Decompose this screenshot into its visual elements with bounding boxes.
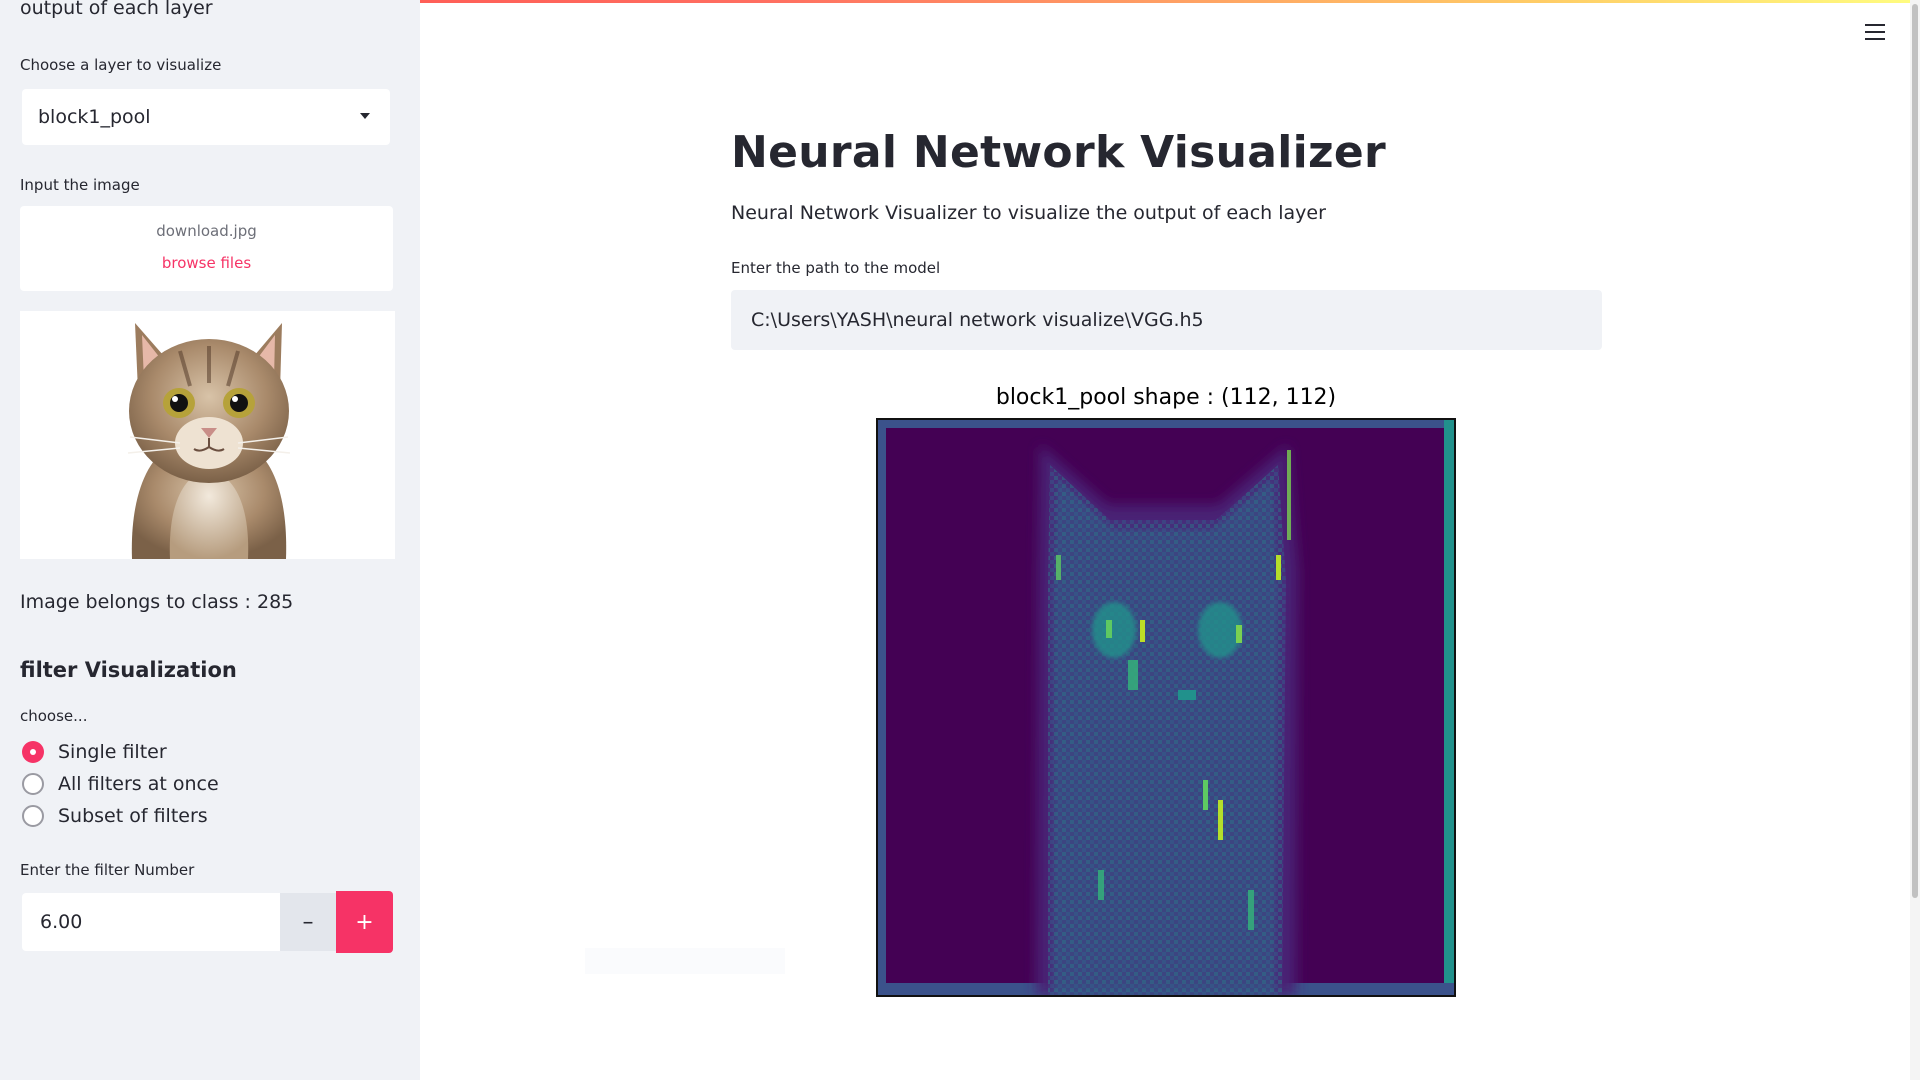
- radio-unselected-icon[interactable]: [22, 773, 44, 795]
- filter-number-input[interactable]: 6.00: [22, 893, 280, 951]
- radio-all-filters[interactable]: All filters at once: [22, 773, 219, 795]
- sidebar: output of each layer Choose a layer to v…: [0, 0, 420, 1080]
- radio-single-filter[interactable]: Single filter: [22, 741, 167, 763]
- scrollbar-thumb[interactable]: [1912, 4, 1918, 898]
- page-scrollbar[interactable]: [1910, 0, 1920, 1080]
- hamburger-menu-icon[interactable]: [1865, 24, 1885, 44]
- file-uploader[interactable]: download.jpg browse files: [20, 206, 393, 291]
- page-title: Neural Network Visualizer: [731, 127, 1387, 178]
- input-image-preview: [20, 311, 395, 559]
- increment-button[interactable]: +: [336, 891, 393, 953]
- radio-selected-icon[interactable]: [22, 741, 44, 763]
- image-input-label: Input the image: [20, 176, 140, 194]
- radio-label: All filters at once: [58, 773, 219, 795]
- uploaded-file-name: download.jpg: [156, 222, 257, 240]
- radio-label: Single filter: [58, 741, 167, 763]
- layer-select-label: Choose a layer to visualize: [20, 56, 222, 74]
- feature-map-figure: [876, 418, 1456, 997]
- filter-mode-label: choose...: [20, 707, 88, 725]
- model-path-label: Enter the path to the model: [731, 259, 941, 277]
- radio-subset-filters[interactable]: Subset of filters: [22, 805, 208, 827]
- model-path-input[interactable]: [731, 290, 1602, 350]
- decrement-button[interactable]: –: [280, 893, 336, 951]
- figure-title: block1_pool shape : (112, 112): [995, 385, 1337, 410]
- cat-image: [127, 323, 291, 559]
- layer-select-value: block1_pool: [38, 106, 151, 128]
- sidebar-description: output of each layer: [20, 0, 213, 19]
- caret-down-icon: [360, 113, 370, 119]
- ghost-overlay: [585, 948, 785, 974]
- predicted-class-text: Image belongs to class : 285: [20, 591, 294, 613]
- layer-select[interactable]: block1_pool: [22, 89, 390, 145]
- page-subtitle: Neural Network Visualizer to visualize t…: [731, 202, 1326, 224]
- filter-visualization-heading: filter Visualization: [20, 658, 237, 682]
- filter-number-value: 6.00: [40, 911, 83, 933]
- browse-files-link[interactable]: browse files: [20, 254, 393, 272]
- radio-label: Subset of filters: [58, 805, 208, 827]
- feature-map-image: [878, 420, 1454, 995]
- radio-unselected-icon[interactable]: [22, 805, 44, 827]
- filter-number-label: Enter the filter Number: [20, 861, 195, 879]
